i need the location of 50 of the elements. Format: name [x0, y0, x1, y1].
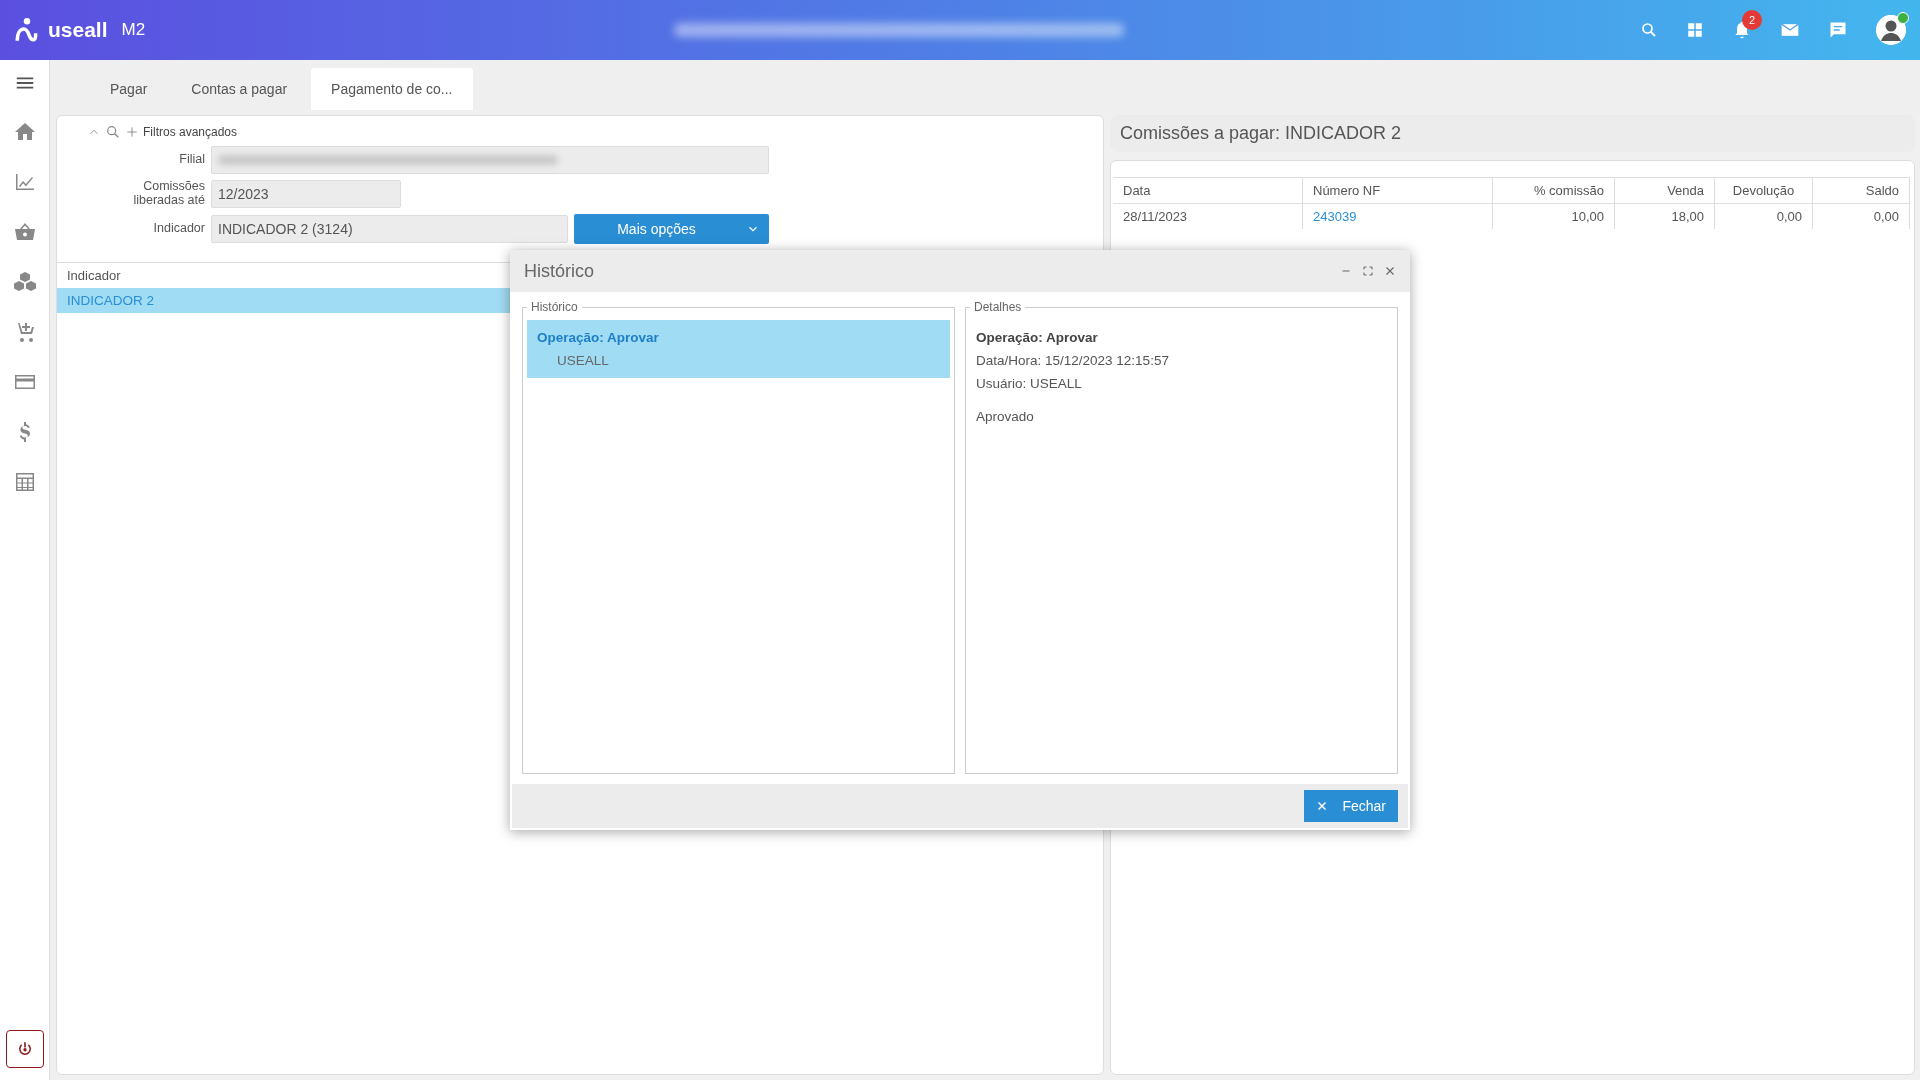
history-item[interactable]: Operação: Aprovar USEALL: [527, 320, 950, 378]
invoice-link[interactable]: 243039: [1313, 209, 1357, 224]
note-text: Aprovado: [976, 409, 1035, 424]
panel-title: Comissões a pagar: INDICADOR 2: [1110, 115, 1915, 152]
column-header: Devolução: [1715, 177, 1813, 203]
group-legend: Detalhes: [970, 300, 1026, 314]
column-header: Data: [1113, 177, 1303, 203]
table-cell: 28/11/2023: [1113, 203, 1303, 229]
close-button[interactable]: Fechar: [1304, 790, 1398, 822]
user-text: USEALL: [556, 353, 610, 368]
group-legend: Histórico: [527, 300, 582, 314]
field-label: Filial: [178, 153, 205, 167]
table-cell: 0,00: [1715, 203, 1813, 229]
tab[interactable]: Pagamento de co...: [311, 68, 473, 110]
column-header: Número NF: [1303, 177, 1493, 203]
avatar[interactable]: [1876, 15, 1906, 45]
column-header: % comissão: [1493, 177, 1615, 203]
indicator-field[interactable]: INDICADOR 2 (3124): [211, 215, 568, 243]
operation-text: Operação: Aprovar: [537, 330, 660, 345]
dialog-title: Histórico: [524, 260, 594, 282]
product-name: M2: [121, 20, 146, 40]
tab[interactable]: Contas a pagar: [171, 68, 308, 110]
column-header: Saldo: [1813, 177, 1910, 203]
field-label: Comissões liberadas até: [132, 180, 205, 208]
tab[interactable]: Pagar: [90, 68, 168, 110]
search-icon[interactable]: [1640, 21, 1658, 39]
filial-field[interactable]: [211, 146, 769, 174]
more-options-button[interactable]: Mais opções: [574, 214, 769, 244]
date-field[interactable]: 12/2023: [211, 180, 401, 208]
field-label: Indicador: [152, 222, 205, 236]
boxes-icon[interactable]: [12, 270, 37, 294]
table-cell: 10,00: [1493, 203, 1615, 229]
logo-icon: [14, 17, 40, 43]
online-status-dot: [1897, 12, 1909, 24]
logo-text: useall: [48, 18, 108, 42]
chat-icon[interactable]: [1828, 20, 1848, 40]
close-icon[interactable]: [1384, 265, 1396, 277]
grid-icon[interactable]: [1686, 21, 1704, 39]
table-cell: 18,00: [1615, 203, 1715, 229]
operation-text: Operação: Aprovar: [976, 330, 1099, 345]
notification-badge: 2: [1742, 10, 1762, 30]
power-button[interactable]: [5, 1030, 44, 1068]
table-cell: 0,00: [1813, 203, 1910, 229]
x-icon: [1316, 800, 1329, 812]
column-header: Venda: [1615, 177, 1715, 203]
datetime-text: Data/Hora: 15/12/2023 12:15:57: [976, 353, 1170, 368]
maximize-icon[interactable]: [1362, 265, 1374, 277]
search-icon[interactable]: [105, 124, 121, 140]
user-text: Usuário: USEALL: [976, 376, 1083, 391]
advanced-filters-link[interactable]: Filtros avançados: [143, 125, 238, 139]
